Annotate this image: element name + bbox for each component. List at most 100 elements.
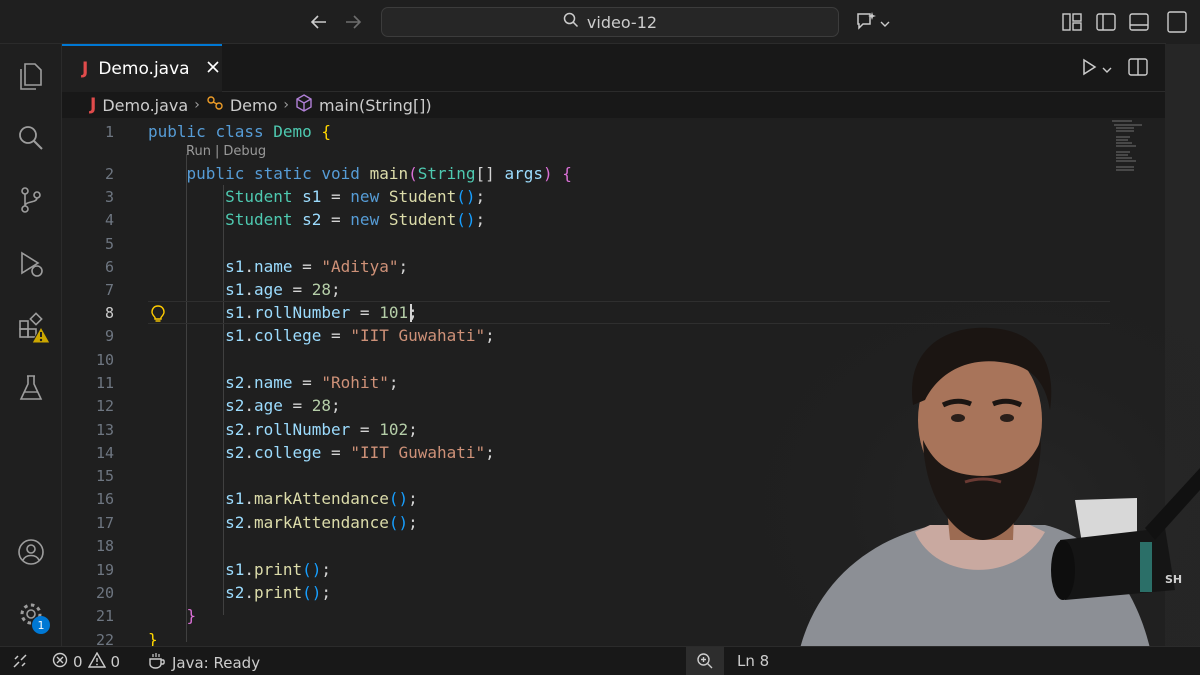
- line-number: 17: [95, 513, 114, 532]
- cursor-position-status[interactable]: Ln 8: [737, 652, 769, 670]
- remote-indicator-icon[interactable]: [0, 647, 40, 675]
- run-and-debug-icon[interactable]: [13, 246, 49, 282]
- forward-arrow-icon[interactable]: [341, 10, 365, 34]
- run-java-button[interactable]: [1080, 58, 1112, 80]
- code-token: s1: [302, 187, 322, 206]
- breadcrumb: J Demo.java › Demo › main(String[]): [90, 94, 432, 116]
- code-line[interactable]: 7 s1.age = 28;: [62, 278, 1165, 301]
- codelens-debug[interactable]: Debug: [223, 144, 266, 162]
- lightbulb-icon[interactable]: [150, 305, 166, 327]
- command-center-search[interactable]: video-12: [381, 7, 839, 37]
- line-number: 22: [95, 630, 114, 647]
- search-icon: [563, 12, 579, 32]
- line-number: 7: [104, 280, 114, 299]
- line-number: 4: [104, 210, 114, 229]
- line-number: 12: [95, 396, 114, 415]
- code-token: 28: [311, 280, 332, 299]
- code-token: public: [186, 164, 254, 183]
- code-line[interactable]: 1 public class Demo {: [62, 120, 1165, 143]
- explorer-files-icon[interactable]: [13, 58, 49, 94]
- code-token: s2: [302, 210, 322, 229]
- code-token: "IIT Guwahati": [350, 326, 486, 345]
- breadcrumb-class[interactable]: Demo: [230, 96, 278, 115]
- line-number: 16: [95, 489, 114, 508]
- code-line[interactable]: 5: [62, 232, 1165, 255]
- breadcrumb-method[interactable]: main(String[]): [319, 96, 432, 115]
- code-token: =: [292, 257, 322, 276]
- microphone: [1060, 528, 1175, 600]
- source-control-icon[interactable]: [13, 182, 49, 218]
- back-arrow-icon[interactable]: [307, 10, 331, 34]
- code-token: new: [350, 210, 389, 229]
- chat-button[interactable]: [855, 11, 890, 35]
- java-language-status[interactable]: Java: Ready: [148, 652, 260, 674]
- customize-layout-icon[interactable]: [1061, 12, 1083, 32]
- code-token: 101: [379, 303, 409, 322]
- editor-tab-bar: J Demo.java: [62, 44, 1165, 92]
- testing-flask-icon[interactable]: [13, 370, 49, 406]
- line-number: 18: [95, 536, 114, 555]
- coffee-cup-icon: [148, 652, 166, 674]
- code-token: ;: [408, 513, 418, 532]
- code-line[interactable]: 6 s1.name = "Aditya";: [62, 255, 1165, 278]
- java-file-icon: J: [82, 59, 89, 79]
- search-icon[interactable]: [13, 120, 49, 156]
- toggle-panel-icon[interactable]: [1128, 12, 1150, 32]
- code-token: =: [321, 326, 351, 345]
- status-bar: 0 0 Java: Ready Ln 8: [0, 646, 1200, 675]
- code-token: ;: [475, 187, 486, 206]
- code-text: }: [148, 606, 197, 625]
- code-token: markAttendance: [253, 513, 389, 532]
- code-token: s1: [225, 489, 245, 508]
- settings-gear-icon[interactable]: 1: [13, 596, 50, 634]
- code-token: {: [321, 122, 332, 141]
- code-token: ;: [485, 443, 495, 462]
- tab-demo-java[interactable]: J Demo.java: [62, 44, 222, 92]
- close-icon[interactable]: [206, 59, 220, 79]
- code-line[interactable]: 3 Student s1 = new Student();: [62, 185, 1165, 208]
- chevron-right-icon: ›: [194, 97, 200, 113]
- code-text: s2.rollNumber = 102;: [148, 420, 418, 439]
- activity-bar: 1: [0, 44, 62, 646]
- code-text: s1.college = "IIT Guwahati";: [148, 326, 495, 345]
- code-token: s2: [225, 513, 245, 532]
- code-token: s1: [225, 560, 245, 579]
- code-text: s2.markAttendance();: [148, 513, 418, 532]
- code-token: new: [350, 187, 389, 206]
- zoom-icon[interactable]: [686, 647, 724, 675]
- accounts-icon[interactable]: [13, 534, 49, 570]
- line-number: 19: [95, 560, 114, 579]
- code-token: (: [408, 164, 418, 183]
- code-token: s2: [225, 420, 245, 439]
- code-token: static: [253, 164, 322, 183]
- code-token: .: [244, 513, 254, 532]
- extensions-icon[interactable]: [13, 308, 51, 344]
- toggle-primary-sidebar-icon[interactable]: [1095, 12, 1117, 32]
- code-token: }: [148, 630, 158, 646]
- code-token: class: [215, 122, 274, 141]
- code-line[interactable]: 2 public static void main(String[] args)…: [62, 162, 1165, 185]
- code-line[interactable]: 4 Student s2 = new Student();: [62, 208, 1165, 231]
- line-number: 2: [104, 164, 114, 183]
- method-cube-icon: [295, 94, 313, 116]
- code-text: public class Demo {: [148, 122, 331, 141]
- split-editor-icon[interactable]: [1128, 58, 1148, 80]
- toggle-secondary-sidebar-icon[interactable]: [1166, 0, 1200, 44]
- breadcrumb-file[interactable]: Demo.java: [102, 96, 188, 115]
- code-token: Student: [388, 187, 457, 206]
- problems-indicator[interactable]: 0 0: [52, 651, 120, 672]
- codelens-run[interactable]: Run: [186, 144, 211, 162]
- line-number: 5: [104, 234, 114, 253]
- play-icon: [1080, 58, 1098, 80]
- code-token: =: [321, 443, 351, 462]
- line-number: 21: [95, 606, 114, 625]
- code-token: ;: [321, 583, 332, 602]
- code-text: Student s1 = new Student();: [148, 187, 485, 206]
- code-token: Student: [225, 210, 303, 229]
- search-label: video-12: [586, 12, 658, 32]
